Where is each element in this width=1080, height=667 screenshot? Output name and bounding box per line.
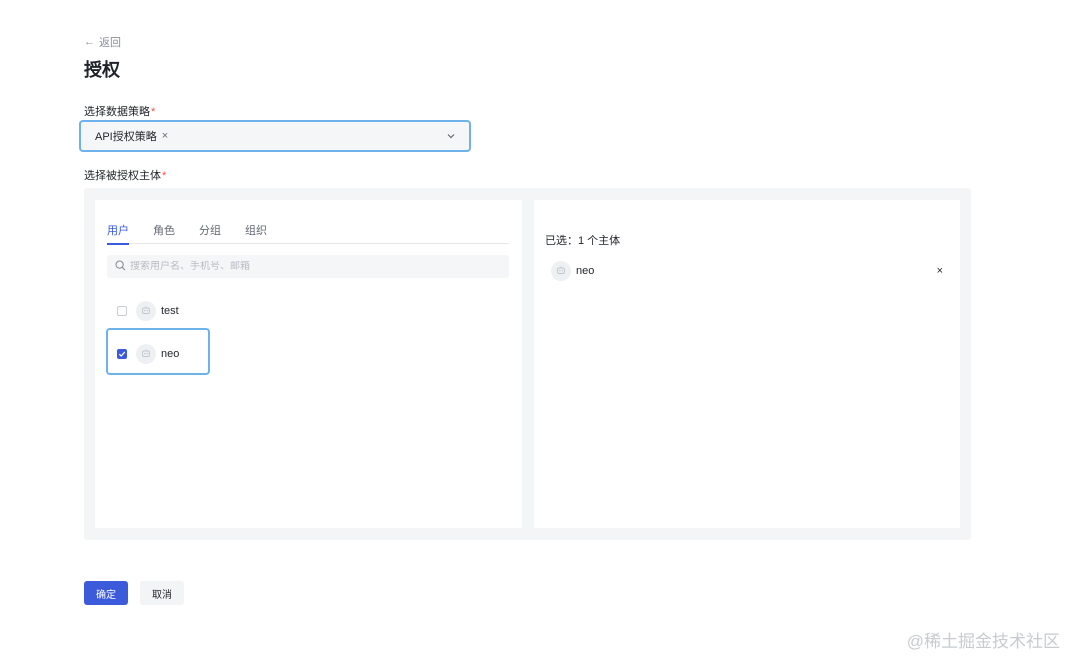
arrow-left-icon: ← — [84, 35, 95, 48]
policy-select[interactable]: API授权策略 × — [79, 120, 471, 152]
required-mark: * — [151, 106, 156, 118]
subject-transfer-panel: 用户 角色 分组 组织 test — [84, 188, 971, 540]
back-label: 返回 — [99, 37, 121, 49]
tab-roles[interactable]: 角色 — [153, 222, 175, 244]
user-search-box — [107, 255, 509, 278]
subject-label-text: 选择被授权主体 — [84, 170, 161, 182]
policy-tag-label: API授权策略 — [95, 131, 157, 143]
selected-subject-item: neo × — [551, 259, 943, 283]
user-name: test — [161, 305, 179, 317]
cancel-button[interactable]: 取消 — [140, 581, 184, 605]
subject-source-pane: 用户 角色 分组 组织 test — [95, 200, 522, 528]
required-mark: * — [162, 170, 167, 182]
search-icon — [115, 258, 126, 276]
confirm-button[interactable]: 确定 — [84, 581, 128, 605]
tab-groups[interactable]: 分组 — [199, 222, 221, 244]
user-checkbox-checked[interactable] — [117, 349, 127, 359]
remove-selected-icon[interactable]: × — [937, 265, 943, 277]
authorize-page: ← 返回 授权 选择数据策略* API授权策略 × 选择被授权主体* 用户 角色… — [0, 0, 1080, 667]
tab-orgs[interactable]: 组织 — [245, 222, 267, 244]
selected-policy-tag: API授权策略 × — [95, 128, 168, 144]
subject-type-tabs: 用户 角色 分组 组织 — [107, 222, 509, 245]
user-avatar-icon — [136, 301, 156, 321]
chevron-down-icon[interactable] — [445, 130, 457, 142]
user-avatar-icon — [551, 261, 571, 281]
search-input[interactable] — [130, 261, 490, 272]
tab-users[interactable]: 用户 — [107, 222, 129, 245]
user-name: neo — [161, 348, 180, 360]
policy-field-label: 选择数据策略* — [84, 103, 155, 119]
user-list-item[interactable]: neo — [117, 343, 179, 365]
tag-remove-icon[interactable]: × — [162, 130, 168, 142]
user-avatar-icon — [136, 344, 156, 364]
selected-user-name: neo — [576, 265, 595, 277]
subject-selected-pane: 已选：1 个主体 neo × — [534, 200, 960, 528]
selected-count: 已选：1 个主体 — [545, 235, 621, 247]
user-list-item[interactable]: test — [117, 300, 179, 322]
page-title: 授权 — [84, 60, 120, 80]
policy-label-text: 选择数据策略 — [84, 106, 150, 118]
back-link[interactable]: ← 返回 — [84, 34, 121, 50]
checkmark-icon — [118, 351, 126, 357]
user-checkbox[interactable] — [117, 306, 127, 316]
watermark: @稀土掘金技术社区 — [906, 632, 1060, 651]
subject-field-label: 选择被授权主体* — [84, 167, 166, 183]
